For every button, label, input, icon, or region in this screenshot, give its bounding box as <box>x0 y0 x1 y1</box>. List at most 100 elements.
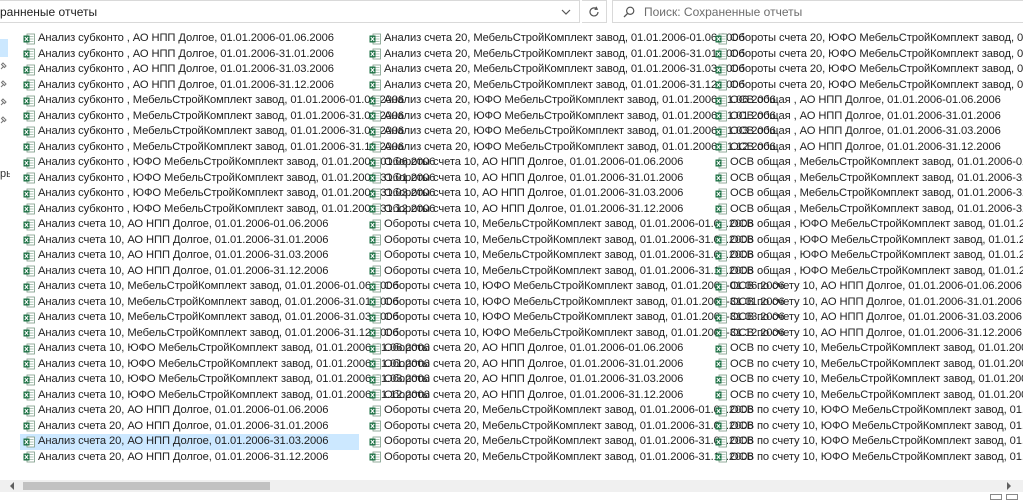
file-item[interactable]: Анализ счета 10, МебельСтройКомплект зав… <box>20 295 399 311</box>
file-item[interactable]: ОСВ общая , ЮФО МебельСтройКомплект заво… <box>712 248 1023 264</box>
file-item[interactable]: Анализ счета 10, ЮФО МебельСтройКомплект… <box>20 388 430 404</box>
file-item[interactable]: Обороты счета 10, ЮФО МебельСтройКомплек… <box>366 326 785 342</box>
file-item[interactable]: Анализ счета 20, ЮФО МебельСтройКомплект… <box>366 109 776 125</box>
file-item[interactable]: Обороты счета 20, МебельСтройКомплект за… <box>366 450 753 466</box>
file-item[interactable]: Обороты счета 20, МебельСтройКомплект за… <box>366 434 753 450</box>
file-item[interactable]: Анализ субконто , АО НПП Долгое, 01.01.2… <box>20 31 365 47</box>
file-item[interactable]: Обороты счета 10, МебельСтройКомплект за… <box>366 264 753 280</box>
refresh-button[interactable] <box>582 0 607 23</box>
file-name: Обороты счета 20, АО НПП Долгое, 01.01.2… <box>384 357 684 370</box>
address-bar[interactable]: ранненые отчеты <box>0 0 580 23</box>
search-box[interactable]: Поиск: Сохраненные отчеты <box>612 0 1023 23</box>
file-item[interactable]: ОСВ по счету 10, АО НПП Долгое, 01.01.20… <box>712 326 1023 342</box>
details-view-button[interactable] <box>990 494 1002 500</box>
file-item[interactable]: Анализ счета 10, МебельСтройКомплект зав… <box>20 326 399 342</box>
file-item[interactable]: Анализ субконто , АО НПП Долгое, 01.01.2… <box>20 78 365 94</box>
file-item[interactable]: Анализ субконто , ЮФО МебельСтройКомплек… <box>20 171 435 187</box>
file-item[interactable]: ОСВ общая , АО НПП Долгое, 01.01.2006-31… <box>712 109 1023 125</box>
file-item[interactable]: Обороты счета 10, АО НПП Долгое, 01.01.2… <box>366 171 711 187</box>
file-item[interactable]: Обороты счета 10, МебельСтройКомплект за… <box>366 233 753 249</box>
file-item[interactable]: Анализ счета 10, АО НПП Долгое, 01.01.20… <box>20 233 365 249</box>
file-item[interactable]: Анализ счета 20, МебельСтройКомплект зав… <box>366 78 745 94</box>
file-item[interactable]: Анализ счета 20, МебельСтройКомплект зав… <box>366 62 745 78</box>
file-item[interactable]: ОСВ по счету 10, АО НПП Долгое, 01.01.20… <box>712 310 1023 326</box>
file-item[interactable]: Обороты счета 20, АО НПП Долгое, 01.01.2… <box>366 388 711 404</box>
file-item[interactable]: Анализ счета 10, ЮФО МебельСтройКомплект… <box>20 357 430 373</box>
file-item[interactable]: ОСВ по счету 10, ЮФО МебельСтройКомплект… <box>712 403 1023 419</box>
file-item[interactable]: Обороты счета 20, АО НПП Долгое, 01.01.2… <box>366 341 711 357</box>
file-item[interactable]: ОСВ общая , МебельСтройКомплект завод, 0… <box>712 171 1023 187</box>
file-item[interactable]: ОСВ общая , ЮФО МебельСтройКомплект заво… <box>712 233 1023 249</box>
large-icons-view-button[interactable] <box>1006 494 1018 500</box>
file-item[interactable]: ОСВ общая , АО НПП Долгое, 01.01.2006-31… <box>712 140 1023 156</box>
file-item[interactable]: Анализ субконто , МебельСтройКомплект за… <box>20 109 404 125</box>
file-item[interactable]: Обороты счета 20, ЮФО МебельСтройКомплек… <box>712 78 1023 94</box>
file-item[interactable]: Анализ счета 10, МебельСтройКомплект зав… <box>20 310 399 326</box>
nav-selected-item[interactable] <box>0 39 8 57</box>
file-item[interactable]: Анализ субконто , АО НПП Долгое, 01.01.2… <box>20 62 365 78</box>
file-item[interactable]: ОСВ общая , АО НПП Долгое, 01.01.2006-31… <box>712 124 1023 140</box>
file-item[interactable]: ОСВ по счету 10, ЮФО МебельСтройКомплект… <box>712 419 1023 435</box>
search-input[interactable]: Поиск: Сохраненные отчеты <box>644 5 802 19</box>
scroll-left-arrow[interactable] <box>10 482 14 490</box>
scroll-right-arrow[interactable] <box>1007 482 1011 490</box>
file-item[interactable]: ОСВ общая , МебельСтройКомплект завод, 0… <box>712 186 1023 202</box>
file-item[interactable]: Анализ субконто , МебельСтройКомплект за… <box>20 93 404 109</box>
file-item[interactable]: Обороты счета 20, МебельСтройКомплект за… <box>366 419 753 435</box>
file-item[interactable]: Обороты счета 10, АО НПП Долгое, 01.01.2… <box>366 155 711 171</box>
file-item[interactable]: Анализ субконто , ЮФО МебельСтройКомплек… <box>20 202 435 218</box>
file-item[interactable]: Обороты счета 10, ЮФО МебельСтройКомплек… <box>366 279 785 295</box>
horizontal-scrollbar[interactable] <box>0 480 1023 492</box>
file-item[interactable]: ОСВ по счету 10, МебельСтройКомплект зав… <box>712 388 1023 404</box>
file-item[interactable]: Анализ счета 20, АО НПП Долгое, 01.01.20… <box>20 450 365 466</box>
file-item[interactable]: Обороты счета 20, МебельСтройКомплект за… <box>366 403 753 419</box>
file-item[interactable]: ОСВ общая , МебельСтройКомплект завод, 0… <box>712 202 1023 218</box>
nav-item-label[interactable]: ры <box>0 168 10 180</box>
file-item[interactable]: Обороты счета 10, АО НПП Долгое, 01.01.2… <box>366 186 711 202</box>
file-item[interactable]: Анализ счета 10, ЮФО МебельСтройКомплект… <box>20 372 430 388</box>
file-item[interactable]: Анализ субконто , МебельСтройКомплект за… <box>20 140 404 156</box>
file-item[interactable]: Анализ счета 10, АО НПП Долгое, 01.01.20… <box>20 248 365 264</box>
file-item[interactable]: Анализ субконто , ЮФО МебельСтройКомплек… <box>20 155 435 171</box>
file-item[interactable]: ОСВ общая , ЮФО МебельСтройКомплект заво… <box>712 217 1023 233</box>
file-item[interactable]: Анализ счета 20, ЮФО МебельСтройКомплект… <box>366 93 776 109</box>
file-item[interactable]: Обороты счета 20, АО НПП Долгое, 01.01.2… <box>366 357 711 373</box>
file-item[interactable]: ОСВ по счету 10, МебельСтройКомплект зав… <box>712 372 1023 388</box>
file-item[interactable]: ОСВ по счету 10, МебельСтройКомплект зав… <box>712 357 1023 373</box>
chevron-down-icon[interactable] <box>561 7 571 17</box>
file-item[interactable]: Обороты счета 20, ЮФО МебельСтройКомплек… <box>712 31 1023 47</box>
file-item[interactable]: Анализ субконто , АО НПП Долгое, 01.01.2… <box>20 47 365 63</box>
file-item[interactable]: ОСВ по счету 10, ЮФО МебельСтройКомплект… <box>712 450 1023 466</box>
scrollbar-thumb[interactable] <box>23 482 270 490</box>
file-item[interactable]: Обороты счета 20, ЮФО МебельСтройКомплек… <box>712 62 1023 78</box>
file-item[interactable]: Анализ счета 20, АО НПП Долгое, 01.01.20… <box>20 419 365 435</box>
address-path[interactable]: ранненые отчеты <box>0 5 97 19</box>
file-item[interactable]: Обороты счета 10, ЮФО МебельСтройКомплек… <box>366 310 785 326</box>
file-item[interactable]: Обороты счета 20, АО НПП Долгое, 01.01.2… <box>366 372 711 388</box>
file-item[interactable]: ОСВ общая , ЮФО МебельСтройКомплект заво… <box>712 264 1023 280</box>
file-item[interactable]: Анализ счета 10, АО НПП Долгое, 01.01.20… <box>20 264 365 280</box>
file-item[interactable]: Обороты счета 10, МебельСтройКомплект за… <box>366 248 753 264</box>
file-item[interactable]: Обороты счета 10, МебельСтройКомплект за… <box>366 217 753 233</box>
file-item[interactable]: ОСВ по счету 10, ЮФО МебельСтройКомплект… <box>712 434 1023 450</box>
file-item[interactable]: Анализ счета 10, МебельСтройКомплект зав… <box>20 279 399 295</box>
file-item[interactable]: Анализ счета 10, АО НПП Долгое, 01.01.20… <box>20 217 365 233</box>
file-item[interactable]: Анализ счета 10, ЮФО МебельСтройКомплект… <box>20 341 430 357</box>
file-item[interactable]: ОСВ по счету 10, МебельСтройКомплект зав… <box>712 341 1023 357</box>
file-item[interactable]: Анализ счета 20, АО НПП Долгое, 01.01.20… <box>20 403 365 419</box>
file-item[interactable]: Анализ счета 20, МебельСтройКомплект зав… <box>366 47 745 63</box>
file-item[interactable]: Анализ счета 20, ЮФО МебельСтройКомплект… <box>366 140 776 156</box>
file-item[interactable]: Анализ счета 20, ЮФО МебельСтройКомплект… <box>366 124 776 140</box>
file-item[interactable]: Анализ субконто , МебельСтройКомплект за… <box>20 124 404 140</box>
file-item[interactable]: Обороты счета 20, ЮФО МебельСтройКомплек… <box>712 47 1023 63</box>
file-item[interactable]: Анализ счета 20, МебельСтройКомплект зав… <box>366 31 745 47</box>
file-item[interactable]: Обороты счета 10, АО НПП Долгое, 01.01.2… <box>366 202 711 218</box>
file-item[interactable]: Анализ субконто , ЮФО МебельСтройКомплек… <box>20 186 435 202</box>
file-item[interactable]: Анализ счета 20, АО НПП Долгое, 01.01.20… <box>20 434 359 450</box>
file-item[interactable]: ОСВ по счету 10, АО НПП Долгое, 01.01.20… <box>712 279 1023 295</box>
file-item[interactable]: ОСВ общая , МебельСтройКомплект завод, 0… <box>712 155 1023 171</box>
file-item[interactable]: ОСВ общая , АО НПП Долгое, 01.01.2006-01… <box>712 93 1023 109</box>
excel-file-icon <box>369 327 381 339</box>
file-item[interactable]: Обороты счета 10, ЮФО МебельСтройКомплек… <box>366 295 785 311</box>
file-item[interactable]: ОСВ по счету 10, АО НПП Долгое, 01.01.20… <box>712 295 1023 311</box>
